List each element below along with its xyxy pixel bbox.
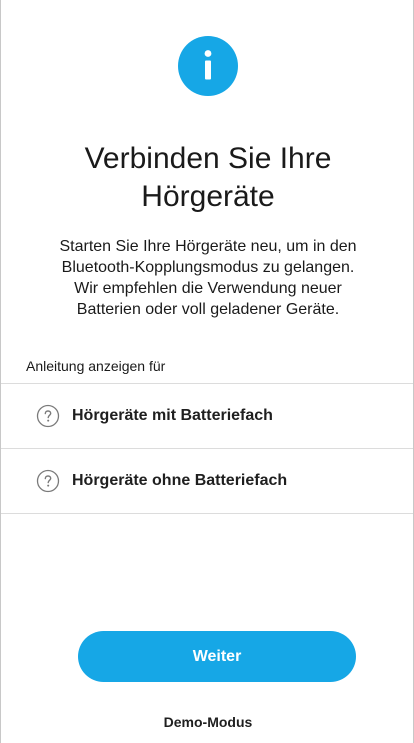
description-line-1: Starten Sie Ihre Hörgeräte neu, um in de… — [59, 238, 357, 255]
option-label: Hörgeräte ohne Batteriefach — [72, 472, 288, 489]
option-with-battery-compartment[interactable]: Hörgeräte mit Batteriefach — [1, 384, 413, 449]
help-icon — [36, 404, 60, 428]
page-title-line-2: Hörgeräte — [141, 180, 275, 213]
page-title: Verbinden Sie Ihre Hörgeräte — [1, 140, 414, 216]
pairing-description: Starten Sie Ihre Hörgeräte neu, um in de… — [21, 236, 395, 320]
connect-hearing-aids-screen: Verbinden Sie Ihre Hörgeräte Starten Sie… — [0, 0, 414, 743]
help-icon — [36, 469, 60, 493]
description-line-3: Wir empfehlen die Verwendung neuer — [74, 280, 342, 297]
description-line-2: Bluetooth-Kopplungsmodus zu gelangen. — [61, 259, 355, 276]
page-title-line-1: Verbinden Sie Ihre — [84, 142, 332, 175]
instructions-options-list: Hörgeräte mit Batteriefach Hörgeräte ohn… — [1, 383, 413, 514]
option-without-battery-compartment[interactable]: Hörgeräte ohne Batteriefach — [1, 449, 413, 514]
description-line-4: Batterien oder voll geladener Geräte. — [76, 301, 340, 318]
instructions-section-label: Anleitung anzeigen für — [26, 358, 166, 374]
continue-button[interactable]: Weiter — [78, 631, 356, 682]
info-icon — [178, 36, 238, 96]
option-label: Hörgeräte mit Batteriefach — [72, 407, 273, 424]
demo-mode-link[interactable]: Demo-Modus — [1, 714, 414, 730]
